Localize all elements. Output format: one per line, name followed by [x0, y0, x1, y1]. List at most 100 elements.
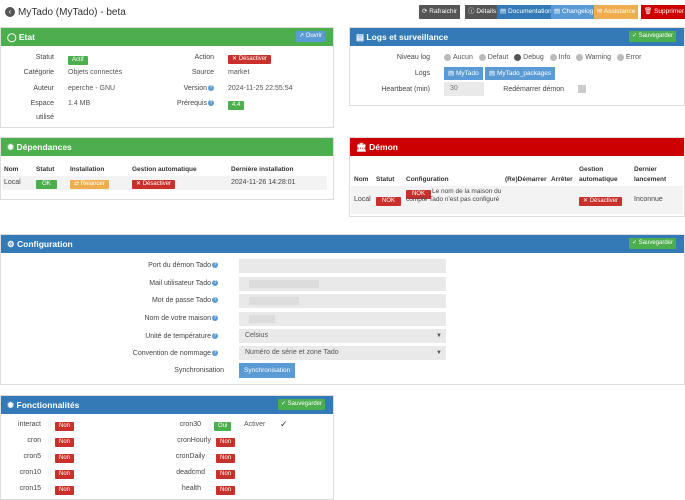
espace-label: Espace	[30, 100, 54, 107]
assistance-button[interactable]: ✉ Assistance	[594, 5, 639, 19]
bank-icon: 🏛	[356, 142, 367, 152]
fonc-cron-badge: Non	[55, 438, 75, 447]
etat-panel: ◯ Etat ↗ Ouvrir	[0, 27, 334, 128]
fonc-save-button[interactable]: ✓ Sauvegarder	[277, 399, 325, 410]
help-icon: ?	[212, 280, 218, 286]
fonc-cron10-badge: Non	[55, 470, 75, 479]
file-icon: ▤	[356, 32, 365, 42]
radio-warning[interactable]: Warning	[576, 54, 611, 61]
fonc-cron5-label: cron5	[23, 453, 41, 460]
help-icon: ?	[212, 297, 218, 303]
deps-col-statut: Statut	[36, 166, 55, 173]
convention-label: Convention de nommage?	[132, 350, 218, 357]
log-mytado-button[interactable]: ▤ MyTado	[444, 67, 483, 80]
help-icon: ?	[212, 262, 218, 268]
port-input[interactable]	[239, 259, 446, 273]
demon-row-nom: Local	[354, 196, 371, 203]
demon-row-dernier: Inconnue	[634, 196, 663, 203]
maison-label: Nom de votre maison?	[144, 315, 218, 322]
categorie-value: Objets connectés	[68, 69, 123, 76]
mail-input[interactable]	[239, 277, 446, 291]
fonc-header: ✹ Fonctionnalités ✓ Sauvegarder	[1, 396, 333, 414]
relancer-button[interactable]: ⇄ Relancer	[70, 180, 109, 189]
demon-col-statut: Statut	[376, 176, 395, 183]
heartbeat-input[interactable]: 30	[444, 82, 484, 96]
fonc-cronhourly-badge: Non	[216, 438, 236, 447]
auteur-label: Auteur	[33, 85, 54, 92]
statut-label: Statut	[35, 54, 54, 61]
demon-col-config: Configuration	[406, 176, 449, 183]
espace-value: 1.4 MB	[68, 100, 91, 107]
changelog-button[interactable]: ▤ Changelog	[551, 5, 597, 19]
open-button[interactable]: ↗ Ouvrir	[295, 31, 325, 42]
fonc-cron30-badge: Oui	[214, 422, 232, 431]
deps-status-badge: OK	[36, 180, 57, 189]
convention-select[interactable]: Numéro de série et zone Tado ▼	[239, 346, 446, 360]
gears-icon: ✹	[7, 400, 15, 410]
page-title: MyTado (MyTado) - beta	[18, 7, 126, 18]
unite-select[interactable]: Celsius ▼	[239, 329, 446, 343]
fonc-health-label: health	[181, 485, 201, 492]
demon-status-badge: NOK	[376, 197, 402, 206]
fonc-cron15-badge: Non	[55, 486, 75, 495]
logs-label: Logs	[414, 70, 430, 77]
delete-button[interactable]: 🗑 Supprimer	[641, 5, 685, 19]
deps-col-derniere: Dernière installation	[231, 166, 294, 173]
fonc-interact-label: interact	[18, 421, 41, 428]
log-packages-button[interactable]: ▤ MyTado_packages	[485, 67, 556, 80]
port-label: Port du démon Tado?	[148, 262, 218, 269]
chevron-down-icon: ▼	[436, 350, 442, 356]
espace-label-2: utilisé	[36, 114, 54, 121]
demon-desactiver-button[interactable]: ✕ Désactiver	[579, 197, 623, 206]
fonc-cron15-label: cron15	[19, 485, 41, 492]
sync-button[interactable]: Synchronisation	[239, 363, 296, 378]
documentation-button[interactable]: ▤ Documentation	[497, 5, 555, 19]
help-icon: ?	[208, 85, 214, 91]
fonc-crondaily-badge: Non	[216, 454, 236, 463]
log-level-radios: Aucun Defaut Debug Info Warning Error	[444, 54, 641, 61]
demon-col-auto: automatique	[579, 176, 618, 183]
logs-save-button[interactable]: ✓ Sauvegarder	[628, 31, 676, 42]
gear-icon: ✹	[7, 142, 15, 152]
source-label: Source	[191, 69, 214, 76]
fonc-deadcmd-label: deadcmd	[176, 469, 205, 476]
version-label: Version?	[183, 85, 214, 92]
fonc-health-badge: Non	[216, 486, 236, 495]
desactiver-button[interactable]: ✕ Désactiver	[228, 55, 272, 64]
details-button[interactable]: ⓘ Détails	[465, 5, 500, 19]
help-icon: ?	[212, 315, 218, 321]
radio-debug[interactable]: Debug	[514, 54, 544, 61]
deps-desactiver-button[interactable]: ✕ Désactiver	[132, 180, 176, 189]
help-icon: ?	[208, 100, 214, 106]
config-header: ⚙ Configuration ✓ Sauvegarder	[1, 235, 684, 253]
demon-col-restart: (Re)Démarrer	[505, 176, 547, 183]
radio-error[interactable]: Error	[616, 54, 641, 61]
config-save-button[interactable]: ✓ Sauvegarder	[628, 238, 676, 249]
fonc-crondaily-label: cronDaily	[175, 453, 205, 460]
fonc-interact-badge: Non	[55, 422, 75, 431]
back-arrow-icon[interactable]: ‹	[5, 7, 15, 17]
demon-config-text: Le nom de la maison du compte Tado n'est…	[406, 188, 502, 203]
deps-header: ✹ Dépendances	[1, 138, 333, 156]
radio-info[interactable]: Info	[549, 54, 570, 61]
logs-header: ▤ Logs et surveillance ✓ Sauvegarder	[350, 28, 684, 46]
radio-aucun[interactable]: Aucun	[444, 54, 473, 61]
niveau-log-label: Niveau log	[396, 54, 430, 61]
refresh-button[interactable]: ⟳ Rafraichir	[419, 5, 461, 19]
restart-checkbox[interactable]	[578, 85, 586, 93]
maison-input[interactable]	[239, 312, 446, 326]
statut-badge: Actif	[68, 56, 88, 65]
fonc-activer-label: Activer	[244, 421, 266, 428]
chevron-down-icon: ▼	[436, 333, 442, 339]
unite-label: Unité de température?	[145, 333, 218, 340]
version-value: 2024-11-25 22:55:54	[228, 85, 293, 92]
prerequis-label: Prérequis?	[177, 100, 214, 107]
mail-label: Mail utilisateur Tado?	[149, 280, 218, 287]
password-input[interactable]	[239, 294, 446, 308]
deps-row-nom: Local	[4, 179, 21, 186]
radio-defaut[interactable]: Defaut	[478, 54, 508, 61]
fonc-cron-label: cron	[27, 437, 41, 444]
source-value: market	[228, 69, 250, 76]
deps-col-nom: Nom	[4, 166, 19, 173]
fonc-activer-checkbox[interactable]: ✓	[280, 419, 288, 430]
